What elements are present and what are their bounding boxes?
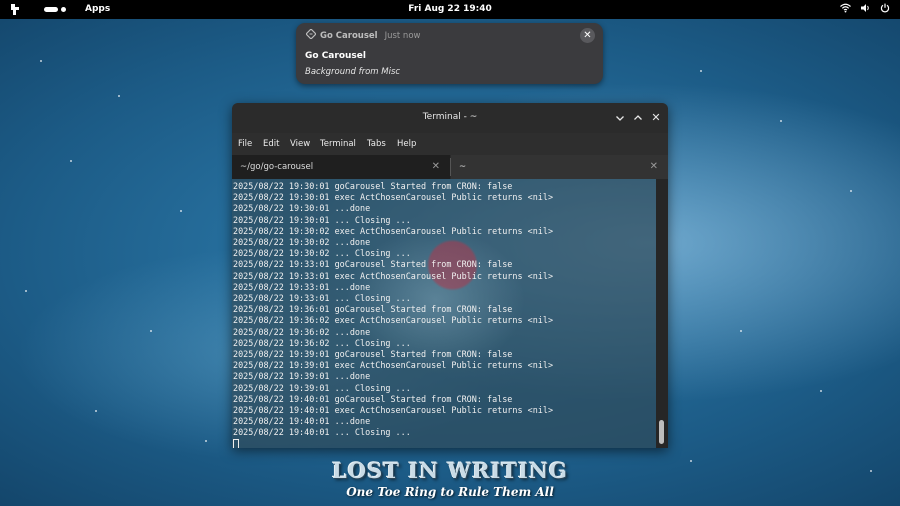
terminal-log: 2025/08/22 19:30:01 goCarousel Started f…: [233, 181, 553, 439]
clock[interactable]: Fri Aug 22 19:40: [408, 4, 491, 14]
log-line: 2025/08/22 19:40:01 exec ActChosenCarous…: [233, 405, 554, 416]
wallpaper-brand: LOST IN WRITING One Toe Ring to Rule The…: [0, 458, 900, 499]
tab-home[interactable]: ~ ✕: [451, 155, 668, 179]
apps-button[interactable]: Apps: [85, 4, 110, 14]
terminal-scrollbar[interactable]: [656, 179, 668, 448]
window-title: Terminal - ~: [422, 112, 478, 122]
log-line: 2025/08/22 19:40:01 ...done: [233, 416, 371, 427]
workspace-indicator[interactable]: [44, 7, 68, 12]
power-icon[interactable]: [880, 3, 890, 16]
log-line: 2025/08/22 19:40:01 goCarousel Started f…: [233, 393, 513, 404]
terminal-output[interactable]: 2025/08/22 19:30:01 goCarousel Started f…: [232, 179, 656, 448]
wifi-icon[interactable]: [840, 3, 851, 16]
log-line: 2025/08/22 19:39:01 ... Closing ...: [233, 382, 411, 393]
close-icon[interactable]: ✕: [580, 28, 595, 43]
minimize-icon[interactable]: [612, 110, 628, 126]
log-line: 2025/08/22 19:36:01 goCarousel Started f…: [233, 304, 513, 315]
log-line: 2025/08/22 19:40:01 ... Closing ...: [233, 427, 411, 438]
menu-terminal[interactable]: Terminal: [320, 139, 356, 149]
close-tab-icon[interactable]: ✕: [432, 161, 440, 172]
log-line: 2025/08/22 19:30:02 exec ActChosenCarous…: [233, 225, 554, 236]
maximize-icon[interactable]: [630, 110, 646, 126]
terminal-cursor: [233, 439, 239, 448]
menu-bar: File Edit View Terminal Tabs Help: [232, 133, 668, 155]
log-line: 2025/08/22 19:36:02 ...done: [233, 326, 371, 337]
close-tab-icon[interactable]: ✕: [650, 161, 658, 172]
log-line: 2025/08/22 19:30:01 exec ActChosenCarous…: [233, 192, 554, 203]
menu-view[interactable]: View: [290, 139, 310, 149]
brand-title: LOST IN WRITING: [332, 458, 568, 483]
menu-help[interactable]: Help: [397, 139, 416, 149]
notification-time: Just now: [384, 30, 421, 41]
close-window-icon[interactable]: ✕: [648, 110, 664, 126]
tab-label: ~: [459, 162, 467, 172]
launcher-icon[interactable]: [9, 3, 22, 19]
terminal-window[interactable]: Terminal - ~ ✕ File Edit View Terminal T…: [232, 103, 668, 448]
notification-app-name: Go Carousel: [320, 30, 378, 41]
brand-tagline: One Toe Ring to Rule Them All: [346, 485, 554, 499]
notification-title: Go Carousel: [305, 51, 366, 61]
menu-tabs[interactable]: Tabs: [367, 139, 386, 149]
window-titlebar[interactable]: Terminal - ~ ✕: [232, 103, 668, 133]
tab-go-carousel[interactable]: ~/go/go-carousel ✕: [232, 155, 450, 179]
log-line: 2025/08/22 19:30:01 ... Closing ...: [233, 214, 411, 225]
log-line: 2025/08/22 19:36:02 exec ActChosenCarous…: [233, 315, 554, 326]
log-line: 2025/08/22 19:33:01 ...done: [233, 281, 371, 292]
go-carousel-app-icon: [305, 28, 317, 42]
log-line: 2025/08/22 19:30:01 goCarousel Started f…: [233, 181, 513, 191]
log-line: 2025/08/22 19:30:02 ...done: [233, 237, 371, 248]
log-line: 2025/08/22 19:39:01 exec ActChosenCarous…: [233, 360, 554, 371]
notification-popup[interactable]: Go Carousel Just now ✕ Go Carousel Backg…: [296, 23, 603, 84]
tab-bar: ~/go/go-carousel ✕ ~ ✕: [232, 155, 668, 179]
log-line: 2025/08/22 19:39:01 ...done: [233, 371, 371, 382]
log-line: 2025/08/22 19:30:01 ...done: [233, 203, 371, 214]
log-line: 2025/08/22 19:36:02 ... Closing ...: [233, 337, 411, 348]
top-bar: Apps Fri Aug 22 19:40: [0, 0, 900, 19]
scrollbar-thumb[interactable]: [659, 420, 664, 444]
menu-edit[interactable]: Edit: [263, 139, 279, 149]
tab-label: ~/go/go-carousel: [240, 162, 314, 172]
log-line: 2025/08/22 19:33:01 goCarousel Started f…: [233, 259, 513, 270]
log-line: 2025/08/22 19:33:01 exec ActChosenCarous…: [233, 270, 554, 281]
system-tray[interactable]: [840, 3, 890, 16]
volume-icon[interactable]: [860, 3, 871, 16]
log-line: 2025/08/22 19:30:02 ... Closing ...: [233, 248, 411, 259]
log-line: 2025/08/22 19:39:01 goCarousel Started f…: [233, 349, 513, 360]
log-line: 2025/08/22 19:33:01 ... Closing ...: [233, 293, 411, 304]
menu-file[interactable]: File: [238, 139, 252, 149]
notification-body: Background from Misc: [305, 67, 401, 77]
